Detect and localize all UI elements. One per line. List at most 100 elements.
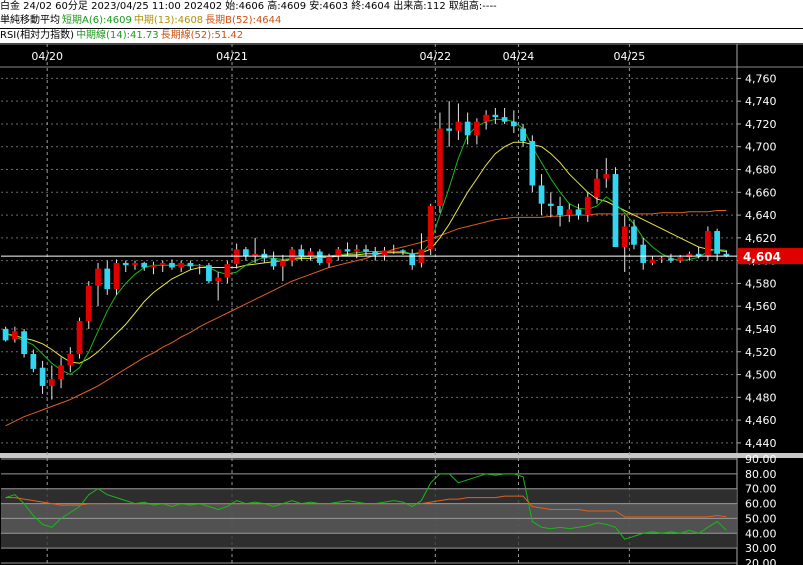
candle-body: [270, 258, 277, 267]
candle-body: [557, 205, 563, 216]
candle-body: [575, 209, 582, 216]
candle-body: [113, 262, 120, 290]
candle: [547, 192, 554, 218]
panel-divider: [0, 453, 803, 458]
candle: [95, 262, 101, 307]
candle-body: [372, 251, 379, 255]
candle-body: [344, 249, 351, 252]
candle: [409, 249, 416, 270]
candle-body: [446, 128, 453, 131]
candle: [557, 196, 563, 227]
date-label: 04/22: [419, 50, 451, 63]
candle-body: [705, 231, 711, 257]
rsi-tick-label: 30.00: [745, 542, 777, 555]
price-tick-label: 4,720: [745, 118, 777, 131]
candle: [159, 260, 166, 273]
candle: [113, 259, 120, 295]
candle-body: [594, 178, 600, 197]
rsi-tick-label: 60.00: [745, 498, 777, 511]
candle: [603, 158, 610, 188]
candle-body: [714, 231, 721, 254]
candle-body: [326, 256, 332, 263]
candle-body: [206, 265, 212, 282]
candle-body: [390, 250, 397, 252]
price-tick-label: 4,460: [745, 414, 777, 427]
candle: [372, 246, 379, 261]
candle-body: [612, 174, 619, 247]
candle-body: [48, 379, 55, 386]
candle: [418, 233, 425, 268]
candle: [76, 317, 83, 359]
candle-body: [455, 121, 462, 131]
candle: [58, 357, 64, 389]
candle: [178, 260, 185, 273]
price-tick-label: 4,520: [745, 346, 777, 359]
candle-body: [400, 250, 406, 252]
candle: [575, 203, 582, 220]
price-tick-label: 4,640: [745, 209, 777, 222]
candle-body: [307, 251, 314, 257]
candle: [621, 215, 628, 273]
candle: [510, 110, 517, 134]
candle-body: [529, 141, 536, 186]
price-tick-label: 4,680: [745, 164, 777, 177]
candle-body: [76, 321, 83, 355]
price-tick-label: 4,540: [745, 323, 777, 336]
candle: [538, 174, 545, 216]
candle: [21, 328, 27, 358]
candle-body: [492, 114, 499, 118]
candle: [132, 260, 138, 270]
candle-body: [178, 262, 185, 268]
candle: [196, 264, 203, 275]
candle-body: [316, 251, 323, 263]
price-chart[interactable]: 4,440 4,460 4,480 4,500 4,520 4,540 4,560 4,580…: [0, 0, 803, 565]
candle: [30, 349, 37, 373]
candle-body: [668, 258, 674, 261]
candle-body: [520, 128, 526, 142]
price-tick-label: 4,500: [745, 369, 777, 382]
candle-body: [381, 250, 388, 255]
candle-body: [547, 203, 554, 206]
candle-body: [335, 249, 342, 257]
price-tick-label: 4,560: [745, 300, 777, 313]
candle-body: [159, 262, 166, 266]
candle-body: [95, 268, 101, 286]
candle-body: [122, 262, 129, 266]
candle-body: [39, 367, 46, 386]
candle-body: [686, 253, 693, 258]
price-tick-label: 4,480: [745, 391, 777, 404]
candle: [215, 272, 222, 301]
candle-body: [233, 249, 240, 265]
candle-body: [298, 249, 305, 257]
candle: [483, 110, 489, 130]
candle-body: [85, 285, 92, 322]
candle-body: [621, 226, 628, 247]
candle-body: [501, 117, 508, 122]
candle-body: [169, 262, 175, 268]
candle-body: [196, 265, 203, 267]
candle: [695, 246, 702, 259]
candle: [474, 118, 480, 145]
candle-body: [132, 262, 138, 266]
candle-body: [483, 114, 489, 122]
candle: [316, 249, 323, 266]
candle: [104, 260, 111, 295]
candle-body: [677, 257, 684, 261]
candle: [381, 246, 388, 261]
candle: [612, 167, 619, 247]
candle-body: [640, 244, 647, 263]
candle-body: [67, 354, 74, 366]
candle-body: [11, 331, 18, 340]
price-tick-label: 4,440: [745, 437, 777, 450]
candle-body: [631, 226, 637, 245]
candle: [705, 226, 711, 261]
candle: [150, 261, 157, 275]
candle-body: [658, 258, 665, 260]
candle: [206, 262, 212, 284]
rsi-tick-label: 20.00: [745, 557, 777, 565]
candle: [39, 360, 46, 394]
candle: [501, 108, 508, 124]
candle: [122, 260, 129, 273]
candle: [566, 203, 573, 222]
candle: [252, 237, 258, 263]
